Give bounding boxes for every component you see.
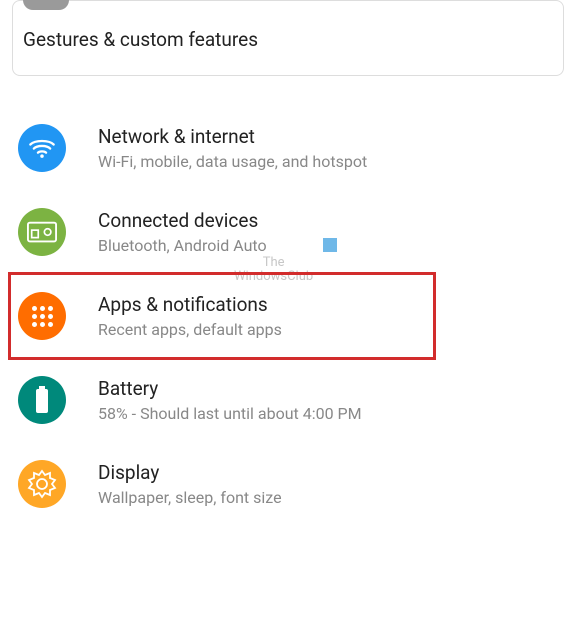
gestures-card-title: Gestures & custom features	[13, 10, 563, 51]
wifi-icon	[18, 124, 66, 172]
settings-item-text: Apps & notifications Recent apps, defaul…	[98, 293, 558, 339]
settings-item-subtitle: Wallpaper, sleep, font size	[98, 488, 558, 507]
gestures-icon-partial	[23, 0, 69, 10]
settings-item-text: Network & internet Wi-Fi, mobile, data u…	[98, 125, 558, 171]
brightness-icon	[18, 460, 66, 508]
settings-item-subtitle: Recent apps, default apps	[98, 320, 558, 339]
settings-item-text: Display Wallpaper, sleep, font size	[98, 461, 558, 507]
settings-item-title: Battery	[98, 377, 558, 400]
gestures-card[interactable]: Gestures & custom features	[12, 0, 564, 76]
devices-icon	[18, 208, 66, 256]
settings-item-text: Battery 58% - Should last until about 4:…	[98, 377, 558, 423]
settings-item-title: Connected devices	[98, 209, 558, 232]
settings-item-subtitle: 58% - Should last until about 4:00 PM	[98, 404, 558, 423]
settings-item-apps[interactable]: TheWindowsClub Apps & notifications Rece…	[0, 274, 576, 358]
watermark-text: TheWindowsClub	[234, 256, 313, 284]
settings-item-battery[interactable]: Battery 58% - Should last until about 4:…	[0, 358, 576, 442]
watermark-square	[323, 238, 337, 252]
settings-item-title: Display	[98, 461, 558, 484]
settings-list: Network & internet Wi-Fi, mobile, data u…	[0, 106, 576, 526]
settings-item-title: Network & internet	[98, 125, 558, 148]
battery-icon	[18, 376, 66, 424]
settings-item-network[interactable]: Network & internet Wi-Fi, mobile, data u…	[0, 106, 576, 190]
apps-icon	[18, 292, 66, 340]
settings-item-subtitle: Wi-Fi, mobile, data usage, and hotspot	[98, 152, 558, 171]
settings-item-title: Apps & notifications	[98, 293, 558, 316]
settings-item-display[interactable]: Display Wallpaper, sleep, font size	[0, 442, 576, 526]
